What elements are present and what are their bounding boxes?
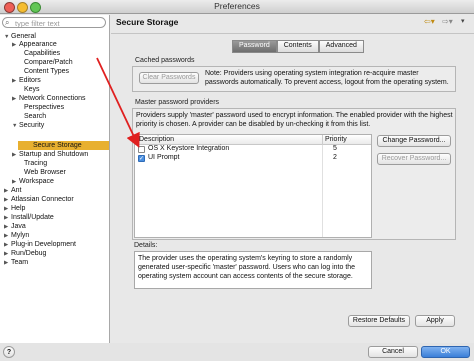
tree-item-java[interactable]: Java bbox=[11, 222, 26, 231]
tree-item-tracing[interactable]: Tracing bbox=[24, 159, 47, 168]
page-title: Secure Storage bbox=[116, 17, 179, 27]
cached-note-text: Note: Providers using operating system i… bbox=[205, 70, 449, 86]
apply-button[interactable]: Apply bbox=[415, 315, 455, 327]
tree-item-editors[interactable]: Editors bbox=[19, 76, 41, 85]
providers-table[interactable]: Description Priority OS X Keystore Integ… bbox=[134, 134, 372, 238]
tree-item-compare-patch[interactable]: Compare/Patch bbox=[24, 58, 73, 67]
tree-item-mylyn[interactable]: Mylyn bbox=[11, 231, 29, 240]
table-header: Description Priority bbox=[135, 135, 371, 145]
search-icon: ⌕ bbox=[5, 18, 10, 27]
table-row[interactable]: OS X Keystore Integration 5 bbox=[135, 145, 371, 154]
provider-checkbox-ui-prompt[interactable]: ✓ bbox=[138, 155, 145, 162]
column-divider bbox=[322, 145, 323, 237]
tree-item-workspace[interactable]: Workspace bbox=[19, 177, 54, 186]
collapse-triangle-icon[interactable]: ▶ bbox=[4, 188, 8, 194]
filter-search-field[interactable]: ⌕ type filter text bbox=[2, 17, 106, 28]
tree-item-help[interactable]: Help bbox=[11, 204, 25, 213]
help-button[interactable]: ? bbox=[3, 346, 15, 358]
tree-item-startup-shutdown[interactable]: Startup and Shutdown bbox=[19, 150, 88, 159]
collapse-triangle-icon[interactable]: ▶ bbox=[4, 260, 8, 266]
tree-item-run-debug[interactable]: Run/Debug bbox=[11, 249, 46, 258]
provider-name-osx: OS X Keystore Integration bbox=[148, 145, 230, 152]
preferences-tree-pane: ⌕ type filter text ▼ General ▶ Appearanc… bbox=[0, 15, 110, 343]
cancel-button[interactable]: Cancel bbox=[368, 346, 418, 358]
ok-button[interactable]: OK bbox=[421, 346, 470, 358]
details-label: Details: bbox=[134, 242, 158, 249]
collapse-triangle-icon[interactable]: ▶ bbox=[4, 224, 8, 230]
tree-item-capabilities[interactable]: Capabilities bbox=[24, 49, 60, 58]
details-text: The provider uses the operating system's… bbox=[138, 255, 356, 280]
view-menu-icon[interactable]: ▾ bbox=[461, 17, 465, 25]
collapse-triangle-icon[interactable]: ▶ bbox=[12, 42, 16, 48]
collapse-triangle-icon[interactable]: ▶ bbox=[4, 197, 8, 203]
tree-item-plugin-development[interactable]: Plug-in Development bbox=[11, 240, 76, 249]
window-titlebar: Preferences bbox=[0, 0, 474, 14]
tree-item-perspectives[interactable]: Perspectives bbox=[24, 103, 64, 112]
collapse-triangle-icon[interactable]: ▶ bbox=[12, 96, 16, 102]
collapse-triangle-icon[interactable]: ▶ bbox=[4, 206, 8, 212]
tree-item-appearance[interactable]: Appearance bbox=[19, 40, 57, 49]
tab-contents[interactable]: Contents bbox=[276, 40, 319, 53]
collapse-triangle-icon[interactable]: ▶ bbox=[4, 251, 8, 257]
recover-password-button[interactable]: Recover Password... bbox=[377, 153, 451, 165]
provider-priority-ui-prompt: 2 bbox=[333, 154, 337, 161]
tree-item-secure-storage[interactable]: Secure Storage bbox=[33, 141, 82, 150]
tree-item-team[interactable]: Team bbox=[11, 258, 28, 267]
tab-bar: Password Contents Advanced bbox=[232, 40, 364, 53]
collapse-triangle-icon[interactable]: ▶ bbox=[4, 233, 8, 239]
tree-item-search[interactable]: Search bbox=[24, 112, 46, 121]
restore-defaults-button[interactable]: Restore Defaults bbox=[348, 315, 410, 327]
tree-item-web-browser[interactable]: Web Browser bbox=[24, 168, 66, 177]
provider-name-ui-prompt: UI Prompt bbox=[148, 154, 180, 161]
tree-item-install-update[interactable]: Install/Update bbox=[11, 213, 54, 222]
provider-priority-osx: 5 bbox=[333, 145, 337, 152]
tab-password[interactable]: Password bbox=[232, 40, 277, 53]
collapse-triangle-icon[interactable]: ▶ bbox=[12, 78, 16, 84]
tree-item-atlassian-connector[interactable]: Atlassian Connector bbox=[11, 195, 74, 204]
forward-arrow-icon[interactable]: ⇨▾ bbox=[442, 17, 453, 26]
details-box: The provider uses the operating system's… bbox=[134, 251, 372, 289]
provider-checkbox-osx[interactable] bbox=[138, 146, 145, 153]
tree-item-network-connections[interactable]: Network Connections bbox=[19, 94, 86, 103]
collapse-triangle-icon[interactable]: ▶ bbox=[4, 215, 8, 221]
back-arrow-icon[interactable]: ⇦▾ bbox=[424, 17, 435, 26]
master-providers-description: Providers supply 'master' password used … bbox=[136, 112, 453, 128]
filter-placeholder: type filter text bbox=[15, 18, 60, 28]
collapse-triangle-icon[interactable]: ▶ bbox=[12, 179, 16, 185]
collapse-triangle-icon[interactable]: ▶ bbox=[12, 152, 16, 158]
table-row[interactable]: ✓ UI Prompt 2 bbox=[135, 154, 371, 163]
collapse-triangle-icon[interactable]: ▶ bbox=[4, 242, 8, 248]
question-mark-icon: ? bbox=[6, 349, 12, 356]
expand-triangle-icon[interactable]: ▼ bbox=[4, 34, 9, 40]
window-title: Preferences bbox=[214, 1, 260, 11]
tree-item-keys[interactable]: Keys bbox=[24, 85, 40, 94]
master-providers-label: Master password providers bbox=[135, 99, 220, 106]
tab-advanced[interactable]: Advanced bbox=[318, 40, 364, 53]
column-header-priority[interactable]: Priority bbox=[322, 135, 347, 145]
change-password-button[interactable]: Change Password... bbox=[377, 135, 451, 147]
expand-triangle-icon[interactable]: ▼ bbox=[12, 123, 17, 129]
column-header-description[interactable]: Description bbox=[139, 135, 174, 145]
tree-item-content-types[interactable]: Content Types bbox=[24, 67, 69, 76]
tree-item-ant[interactable]: Ant bbox=[11, 186, 22, 195]
cached-passwords-label: Cached passwords bbox=[135, 57, 195, 64]
tree-item-security[interactable]: Security bbox=[19, 121, 44, 130]
clear-passwords-button[interactable]: Clear Passwords bbox=[139, 72, 199, 84]
